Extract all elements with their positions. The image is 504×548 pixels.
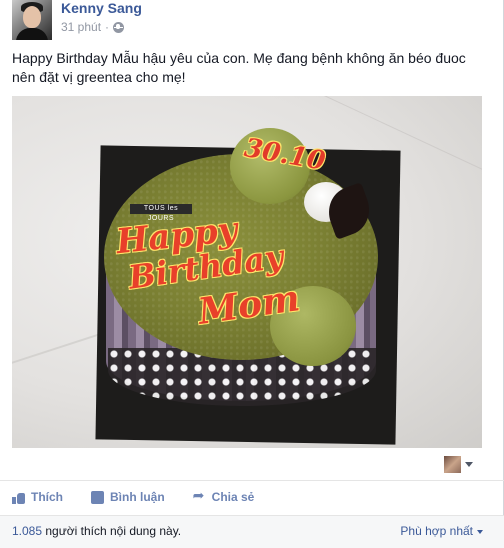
chevron-down-icon [477,530,483,534]
comment-button[interactable]: Bình luận [91,490,165,504]
comment-icon [91,491,104,504]
likes-count[interactable]: 1.085 [12,524,42,538]
likes-suffix: người thích nội dung này. [45,524,182,538]
comment-label: Bình luận [110,490,165,504]
post-meta: 31 phút · [61,20,125,34]
caret-icon[interactable] [465,462,473,467]
action-bar: Thích Bình luận Chia sẻ [12,488,255,505]
divider [0,480,504,481]
likes-summary: 1.085 người thích nội dung này. [12,524,181,538]
page-selector-icon[interactable] [444,456,461,473]
sort-dropdown[interactable]: Phù hợp nhất [400,524,483,538]
share-icon [193,488,206,504]
cake-brand-tag: TOUS les JOURS [130,204,192,222]
post-timestamp[interactable]: 31 phút [61,20,101,34]
separator: · [105,20,110,34]
like-icon [12,490,25,504]
post-text: Happy Birthday Mẫu hậu yêu của con. Mẹ đ… [12,50,466,85]
avatar[interactable] [12,0,52,40]
avatar-body [16,28,48,40]
author-name[interactable]: Kenny Sang [61,0,142,16]
share-button[interactable]: Chia sẻ [193,488,255,505]
like-button[interactable]: Thích [12,490,63,504]
post-photo[interactable]: TOUS les JOURS 30.10 Happy Birthday Mom [12,96,482,448]
avatar-face [23,6,41,28]
globe-icon[interactable] [113,21,125,33]
like-label: Thích [31,490,63,504]
sort-label: Phù hợp nhất [400,524,473,538]
share-label: Chia sẻ [211,490,255,504]
facebook-post: Kenny Sang 31 phút · Happy Birthday Mẫu … [0,0,504,548]
